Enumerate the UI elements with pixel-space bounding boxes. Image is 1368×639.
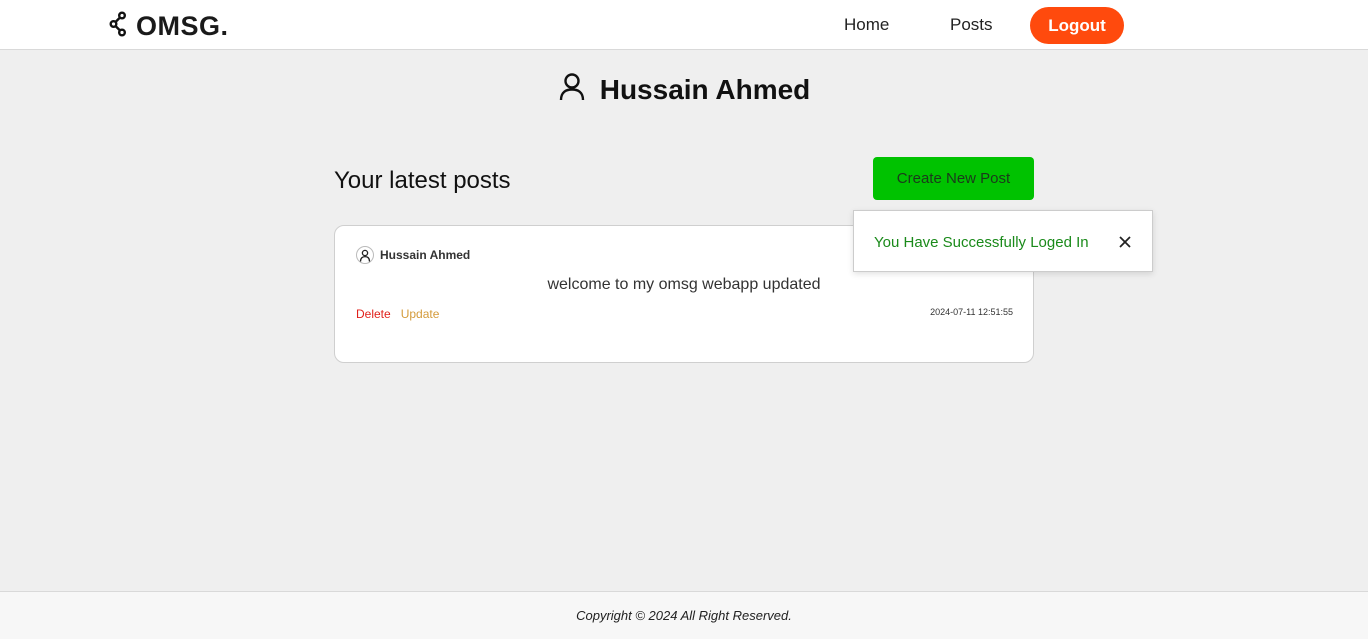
footer: Copyright © 2024 All Right Reserved.: [0, 591, 1368, 639]
logout-button[interactable]: Logout: [1030, 7, 1124, 44]
toast-message: You Have Successfully Loged In: [874, 234, 1089, 251]
post-content: welcome to my omsg webapp updated: [547, 276, 821, 293]
profile-header: Hussain Ahmed: [0, 72, 1368, 107]
share-icon: [109, 11, 128, 42]
login-success-toast: You Have Successfully Loged In: [853, 210, 1153, 272]
nav-home-link[interactable]: Home: [844, 15, 889, 35]
profile-name: Hussain Ahmed: [599, 73, 811, 105]
post-author: Hussain Ahmed: [356, 246, 470, 264]
navbar: OMSG. Home Posts Logout: [0, 0, 1368, 50]
post-timestamp: 2024-07-11 12:51:55: [930, 307, 1013, 317]
close-icon[interactable]: [1116, 233, 1134, 251]
brand-link[interactable]: OMSG.: [109, 10, 229, 42]
brand-name: OMSG.: [136, 10, 229, 41]
create-new-post-button[interactable]: Create New Post: [873, 157, 1034, 200]
nav-posts-link[interactable]: Posts: [950, 15, 993, 35]
post-actions: Delete Update: [356, 307, 439, 321]
section-title: Your latest posts: [334, 167, 511, 194]
post-author-name: Hussain Ahmed: [380, 248, 471, 262]
update-post-link[interactable]: Update: [401, 307, 440, 321]
copyright-text: Copyright © 2024 All Right Reserved.: [576, 608, 792, 623]
delete-post-link[interactable]: Delete: [356, 307, 391, 321]
author-avatar-icon: [356, 246, 374, 264]
user-icon: [558, 72, 586, 107]
